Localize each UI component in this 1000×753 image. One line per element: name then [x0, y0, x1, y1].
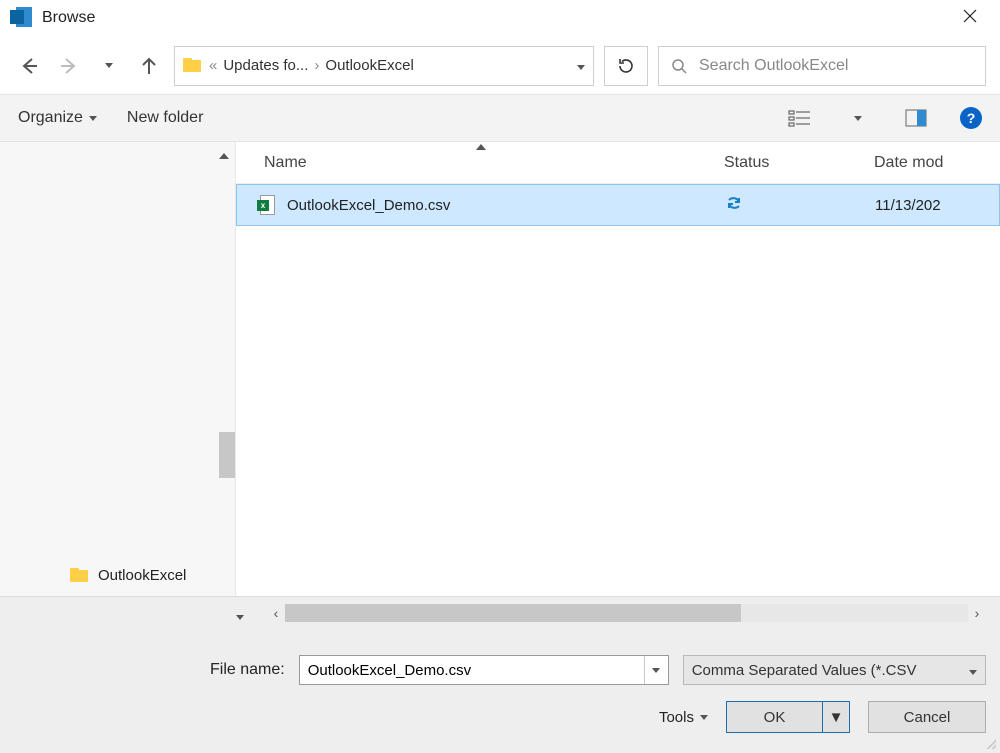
- ok-split-button: OK ▼: [726, 701, 850, 733]
- breadcrumb-current[interactable]: OutlookExcel: [325, 57, 413, 74]
- filename-input[interactable]: [300, 662, 644, 679]
- ok-label: OK: [764, 709, 786, 726]
- filetype-label: Comma Separated Values (*.CSV: [692, 662, 917, 679]
- caret-down-icon: [89, 116, 97, 121]
- folder-icon: [183, 58, 203, 74]
- scroll-track[interactable]: [285, 604, 968, 622]
- window-title: Browse: [42, 9, 95, 27]
- chevron-right-icon: ›: [314, 57, 319, 74]
- caret-down-icon: [700, 715, 708, 720]
- organize-label: Organize: [18, 109, 83, 127]
- file-name: OutlookExcel_Demo.csv: [287, 197, 450, 214]
- scroll-left-button[interactable]: ‹: [267, 605, 285, 621]
- filename-dropdown[interactable]: [644, 656, 668, 684]
- search-input[interactable]: [697, 56, 973, 76]
- chevron-left-icon: «: [209, 57, 217, 74]
- ok-dropdown[interactable]: ▼: [823, 702, 849, 732]
- ok-button[interactable]: OK: [727, 702, 823, 732]
- cancel-label: Cancel: [904, 709, 951, 726]
- refresh-button[interactable]: [604, 46, 648, 86]
- dialog-footer: ‹ › File name: Comma Separated Values (*…: [0, 596, 1000, 753]
- close-button[interactable]: [950, 8, 990, 28]
- filename-combobox[interactable]: [299, 655, 669, 685]
- filename-label: File name:: [210, 661, 285, 679]
- toolbar: Organize New folder ?: [0, 94, 1000, 142]
- title-bar: Browse: [0, 0, 1000, 36]
- sort-indicator-icon: [476, 137, 486, 154]
- view-dropdown[interactable]: [844, 105, 872, 131]
- organize-menu[interactable]: Organize: [18, 109, 97, 127]
- view-options-button[interactable]: [786, 105, 814, 131]
- column-date[interactable]: Date mod: [874, 154, 1000, 172]
- preview-pane-button[interactable]: [902, 105, 930, 131]
- cancel-button[interactable]: Cancel: [868, 701, 986, 733]
- forward-button[interactable]: [54, 51, 84, 81]
- new-folder-label: New folder: [127, 109, 203, 127]
- breadcrumb-bar[interactable]: « Updates fo... › OutlookExcel: [174, 46, 594, 86]
- nav-folder-outlookexcel[interactable]: OutlookExcel: [70, 567, 186, 584]
- column-headers: Name Status Date mod: [236, 142, 1000, 184]
- recent-locations-dropdown[interactable]: [94, 51, 124, 81]
- column-status[interactable]: Status: [724, 154, 874, 172]
- scroll-right-button[interactable]: ›: [968, 605, 986, 621]
- breadcrumb-prev[interactable]: Updates fo...: [223, 57, 308, 74]
- tools-menu[interactable]: Tools: [659, 709, 708, 726]
- nav-collapse-caret[interactable]: [236, 607, 244, 624]
- horizontal-scrollbar[interactable]: ‹ ›: [267, 603, 986, 623]
- up-button[interactable]: [134, 51, 164, 81]
- filetype-dropdown-icon: [969, 662, 977, 679]
- sync-status-icon: [725, 194, 743, 216]
- resize-grip[interactable]: [984, 737, 996, 749]
- tools-label: Tools: [659, 709, 694, 726]
- breadcrumb-dropdown[interactable]: [577, 57, 585, 74]
- file-row[interactable]: x OutlookExcel_Demo.csv 11/13/202: [236, 184, 1000, 226]
- navigation-pane[interactable]: OutlookExcel: [0, 142, 236, 596]
- nav-folder-label: OutlookExcel: [98, 567, 186, 584]
- nav-scroll-thumb[interactable]: [219, 432, 235, 478]
- search-box[interactable]: [658, 46, 986, 86]
- main-area: OutlookExcel Name Status Date mod x Outl…: [0, 142, 1000, 596]
- file-date: 11/13/202: [875, 197, 999, 214]
- excel-file-icon: x: [257, 195, 277, 215]
- search-icon: [671, 58, 687, 74]
- file-list-pane: Name Status Date mod x OutlookExcel_Demo…: [236, 142, 1000, 596]
- nav-scrollbar[interactable]: [219, 142, 235, 596]
- help-button[interactable]: ?: [960, 107, 982, 129]
- filetype-combobox[interactable]: Comma Separated Values (*.CSV: [683, 655, 986, 685]
- scroll-thumb[interactable]: [285, 604, 741, 622]
- new-folder-button[interactable]: New folder: [127, 109, 203, 127]
- outlook-icon: [10, 7, 32, 29]
- address-bar-row: « Updates fo... › OutlookExcel: [0, 36, 1000, 94]
- folder-icon: [70, 568, 90, 584]
- column-name[interactable]: Name: [236, 154, 724, 172]
- back-button[interactable]: [14, 51, 44, 81]
